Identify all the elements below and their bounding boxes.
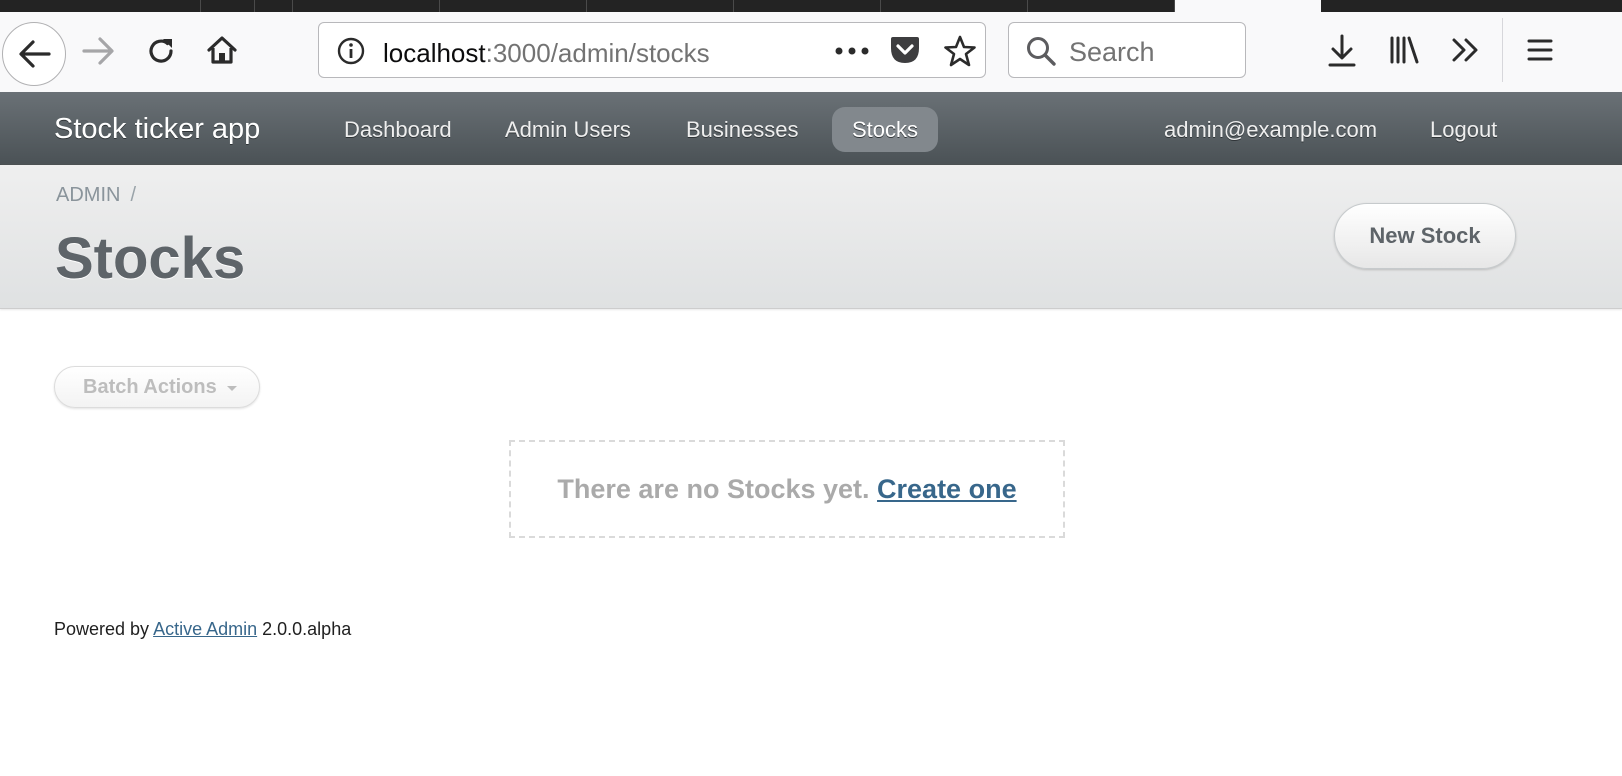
nav-item-dashboard[interactable]: Dashboard xyxy=(324,107,472,152)
search-icon xyxy=(1027,37,1056,66)
batch-actions-label: Batch Actions xyxy=(83,376,217,398)
app-menu-button[interactable] xyxy=(1522,32,1558,68)
toolbar-separator xyxy=(1502,18,1503,82)
reload-icon xyxy=(149,39,173,63)
logout-link[interactable]: Logout xyxy=(1410,107,1517,152)
page-title: Stocks xyxy=(55,226,246,291)
site-title[interactable]: Stock ticker app xyxy=(54,113,260,146)
address-bar[interactable]: localhost:3000/admin/stocks xyxy=(318,22,986,78)
caret-down-icon xyxy=(227,386,237,391)
browser-tab[interactable] xyxy=(0,0,201,12)
browser-tab[interactable] xyxy=(254,0,293,12)
browser-toolbar: localhost:3000/admin/stocks Search xyxy=(0,12,1622,93)
breadcrumb-admin-link[interactable]: ADMIN xyxy=(56,184,120,206)
breadcrumb: ADMIN / xyxy=(56,184,136,207)
page-actions-icon[interactable] xyxy=(835,47,869,55)
search-bar[interactable]: Search xyxy=(1008,22,1246,78)
home-button[interactable] xyxy=(204,32,240,68)
browser-tab[interactable] xyxy=(586,0,734,12)
batch-actions-button[interactable]: Batch Actions xyxy=(54,366,260,408)
browser-tab[interactable] xyxy=(1027,0,1175,12)
browser-tab[interactable] xyxy=(439,0,587,12)
url-host: localhost xyxy=(383,38,486,68)
nav-item-admin-users[interactable]: Admin Users xyxy=(485,107,651,152)
forward-arrow-icon xyxy=(82,37,114,65)
browser-tab[interactable] xyxy=(292,0,440,12)
blank-slate: There are no Stocks yet. Create one xyxy=(509,440,1065,538)
home-icon xyxy=(207,36,237,64)
hamburger-menu-icon xyxy=(1527,39,1553,61)
url-path: :3000/admin/stocks xyxy=(485,38,710,68)
pocket-icon[interactable] xyxy=(889,35,921,65)
reload-button[interactable] xyxy=(143,33,179,69)
library-icon xyxy=(1390,36,1419,64)
back-button[interactable] xyxy=(2,22,66,86)
forward-button[interactable] xyxy=(80,34,118,68)
create-one-link[interactable]: Create one xyxy=(877,474,1017,504)
breadcrumb-separator: / xyxy=(130,184,137,206)
admin-header: Stock ticker app Dashboard Admin Users B… xyxy=(0,92,1622,165)
footer: Powered by Active Admin 2.0.0.alpha xyxy=(54,619,351,640)
title-bar: ADMIN / Stocks New Stock xyxy=(0,165,1622,309)
active-admin-link[interactable]: Active Admin xyxy=(153,619,257,639)
download-icon xyxy=(1328,34,1356,67)
browser-tab-active[interactable] xyxy=(1175,0,1321,12)
overflow-menu-button[interactable] xyxy=(1448,32,1484,68)
browser-tab[interactable] xyxy=(733,0,881,12)
chevron-double-right-icon xyxy=(1452,38,1478,62)
empty-message: There are no Stocks yet. xyxy=(557,474,870,504)
search-placeholder: Search xyxy=(1069,37,1155,67)
new-stock-button[interactable]: New Stock xyxy=(1334,203,1516,269)
downloads-button[interactable] xyxy=(1324,32,1360,70)
current-user-email[interactable]: admin@example.com xyxy=(1144,107,1397,152)
browser-tab[interactable] xyxy=(200,0,255,12)
nav-item-businesses[interactable]: Businesses xyxy=(666,107,819,152)
footer-prefix: Powered by xyxy=(54,619,150,639)
site-info-icon[interactable] xyxy=(337,37,365,65)
url-text[interactable]: localhost:3000/admin/stocks xyxy=(383,38,710,69)
browser-tab[interactable] xyxy=(880,0,1028,12)
library-button[interactable] xyxy=(1386,32,1422,68)
browser-tab-strip xyxy=(0,0,1622,12)
nav-item-stocks[interactable]: Stocks xyxy=(832,107,939,152)
footer-version: 2.0.0.alpha xyxy=(262,619,352,639)
bookmark-star-icon[interactable] xyxy=(943,34,977,68)
back-arrow-icon xyxy=(19,40,51,68)
